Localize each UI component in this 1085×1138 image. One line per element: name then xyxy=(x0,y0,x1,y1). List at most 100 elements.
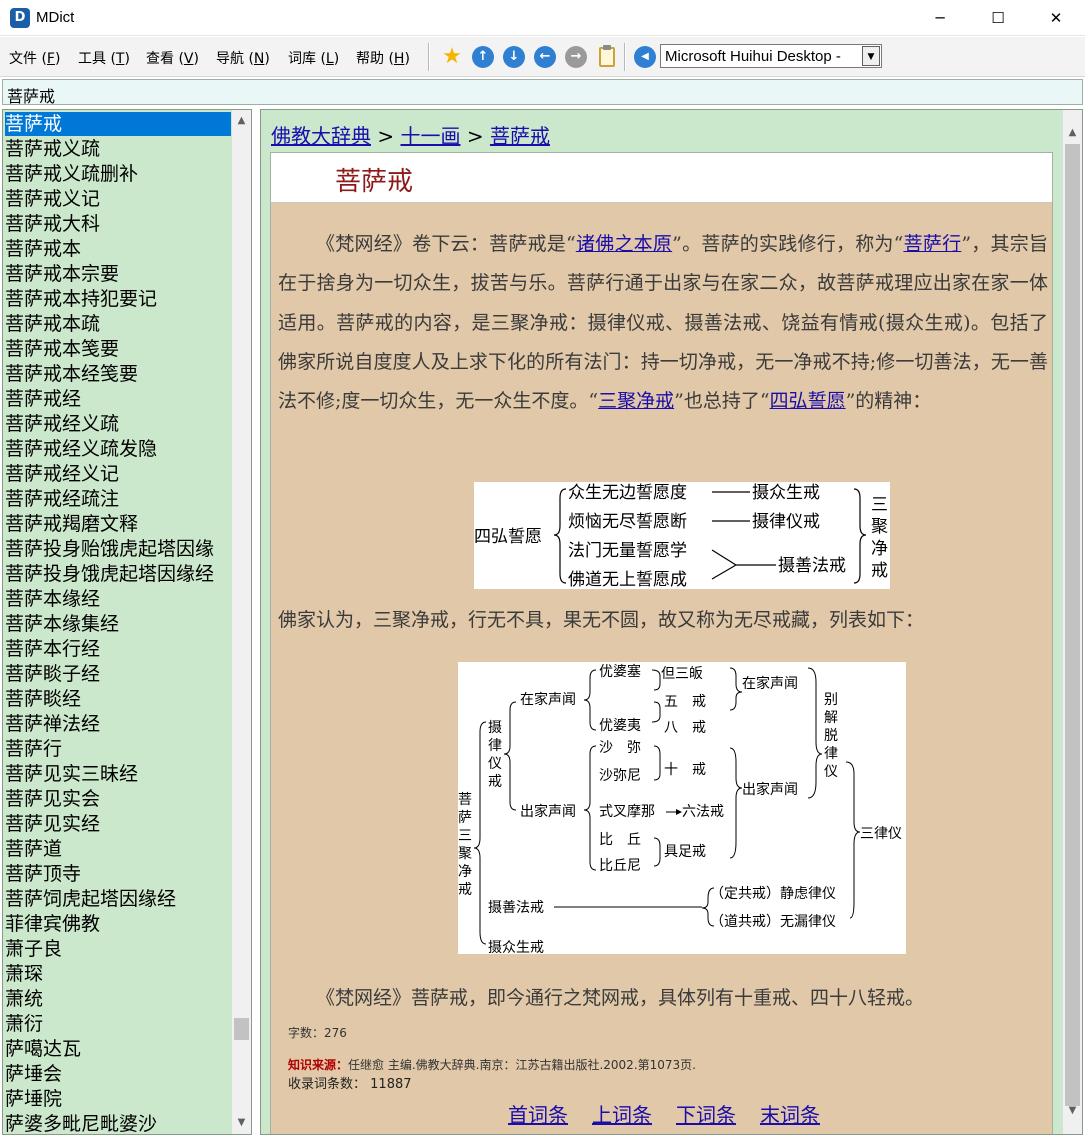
scrollbar-thumb[interactable] xyxy=(234,1018,249,1040)
word-list-item-selected[interactable]: 菩萨戒 xyxy=(5,112,231,136)
word-list-item[interactable]: 菩萨戒经疏注 xyxy=(5,487,231,511)
forward-arrow-icon[interactable]: → xyxy=(564,45,588,69)
scroll-down-icon[interactable]: ▼ xyxy=(1063,1102,1082,1120)
breadcrumb-section-link[interactable]: 十一画 xyxy=(400,124,460,148)
fig2-bieje-5: 仪 xyxy=(824,764,838,780)
word-list-item[interactable]: 菩萨睒经 xyxy=(5,687,231,711)
window-title: MDict xyxy=(36,9,75,26)
word-list-item[interactable]: 菩萨戒本疏 xyxy=(5,312,231,336)
fig1-left-label: 四弘誓愿 xyxy=(474,527,542,547)
word-list-item[interactable]: 萨噶达瓦 xyxy=(5,1037,231,1061)
fig1-right-3: 净 xyxy=(871,539,888,559)
fig2-biqiu: 比 丘 xyxy=(599,832,641,848)
word-list-item[interactable]: 菩萨戒本 xyxy=(5,237,231,261)
menu-tools[interactable]: 工具 (T) xyxy=(78,48,130,68)
word-list-item[interactable]: 菩萨见实会 xyxy=(5,787,231,811)
word-list-item[interactable]: 菩萨饲虎起塔因缘经 xyxy=(5,887,231,911)
scroll-up-icon[interactable]: ▲ xyxy=(232,112,251,130)
link-zhufo-benyuan[interactable]: 诸佛之本原 xyxy=(576,233,672,255)
word-list-item[interactable]: 菩萨顶寺 xyxy=(5,862,231,886)
next-entry-link[interactable]: 下词条 xyxy=(676,1099,736,1128)
word-list-item[interactable]: 萧琛 xyxy=(5,962,231,986)
four-vows-diagram: 四弘誓愿 众生无边誓愿度 烦恼无尽誓愿断 法门无量誓愿学 佛道无上誓愿成 摄众生… xyxy=(474,482,890,590)
maximize-button[interactable]: ☐ xyxy=(969,0,1027,36)
fig1-vow-4: 佛道无上誓愿成 xyxy=(568,570,687,589)
word-list-item[interactable]: 萧衍 xyxy=(5,1012,231,1036)
word-list-item[interactable]: 菩萨戒经义疏 xyxy=(5,412,231,436)
menu-view[interactable]: 查看 (V) xyxy=(146,48,199,68)
scroll-down-icon[interactable]: ▼ xyxy=(232,1114,251,1132)
menu-toolbar: 文件 (F) 工具 (T) 查看 (V) 导航 (N) 词库 (L) 帮助 (H… xyxy=(0,37,1085,77)
fig2-bieje-1: 别 xyxy=(824,692,838,708)
back-arrow-icon[interactable]: ← xyxy=(533,45,557,69)
word-list: 菩萨戒 菩萨戒义疏 菩萨戒义疏删补 菩萨戒义记 菩萨戒大科 菩萨戒本 菩萨戒本宗要 菩萨戒本持… xyxy=(2,109,252,1135)
link-sanju-jingjie[interactable]: 三聚净戒 xyxy=(598,390,674,412)
word-list-item[interactable]: 菩萨道 xyxy=(5,837,231,861)
first-entry-link[interactable]: 首词条 xyxy=(508,1099,568,1128)
fig1-precept-1: 摄众生戒 xyxy=(752,483,820,503)
word-list-item[interactable]: 菩萨戒羯磨文释 xyxy=(5,512,231,536)
word-list-item[interactable]: 菩萨本行经 xyxy=(5,637,231,661)
word-list-item[interactable]: 菩萨戒经义记 xyxy=(5,462,231,486)
fig2-liufa: 六法戒 xyxy=(682,804,724,820)
menu-help[interactable]: 帮助 (H) xyxy=(356,48,410,68)
fig2-shami: 沙 弥 xyxy=(599,739,641,756)
breadcrumb: 佛教大辞典 > 十一画 > 菩萨戒 xyxy=(271,124,550,148)
menu-file[interactable]: 文件 (F) xyxy=(9,48,60,68)
link-pusa-xing[interactable]: 菩萨行 xyxy=(903,233,961,255)
word-list-item[interactable]: 萧子良 xyxy=(5,937,231,961)
word-list-item[interactable]: 萧统 xyxy=(5,987,231,1011)
word-list-item[interactable]: 菲律宾佛教 xyxy=(5,912,231,936)
breadcrumb-root-link[interactable]: 佛教大辞典 xyxy=(271,124,371,148)
word-list-item[interactable]: 萨埵院 xyxy=(5,1087,231,1111)
word-list-scrollbar[interactable]: ▲ ▼ xyxy=(232,110,251,1134)
word-list-item[interactable]: 菩萨戒义记 xyxy=(5,187,231,211)
scrollbar-thumb[interactable] xyxy=(1065,144,1080,1106)
last-entry-link[interactable]: 末词条 xyxy=(760,1099,820,1128)
word-list-item[interactable]: 萨婆多毗尼毗婆沙 xyxy=(5,1112,231,1134)
fig2-root-1: 菩 xyxy=(458,792,472,808)
word-list-item[interactable]: 菩萨戒经 xyxy=(5,387,231,411)
word-list-item[interactable]: 菩萨戒本宗要 xyxy=(5,262,231,286)
link-sihong-shiyuan[interactable]: 四弘誓愿 xyxy=(770,390,846,412)
speaker-icon[interactable]: ◀ xyxy=(633,45,657,69)
word-list-item[interactable]: 菩萨投身贻饿虎起塔因缘 xyxy=(5,537,231,561)
menu-dictionary[interactable]: 词库 (L) xyxy=(288,48,339,68)
search-input[interactable]: 菩萨戒 xyxy=(2,79,1083,106)
word-list-item[interactable]: 菩萨戒经义疏发隐 xyxy=(5,437,231,461)
word-list-item[interactable]: 菩萨见实经 xyxy=(5,812,231,836)
word-list-item[interactable]: 菩萨禅法经 xyxy=(5,712,231,736)
content-scrollbar[interactable]: ▲ ▼ xyxy=(1063,110,1082,1134)
prev-entry-link[interactable]: 上词条 xyxy=(592,1099,652,1128)
scroll-up-icon[interactable]: ▲ xyxy=(1063,124,1082,142)
word-list-item[interactable]: 菩萨投身饿虎起塔因缘经 xyxy=(5,562,231,586)
three-precepts-diagram: 菩 萨 三 聚 净 戒 摄 律 仪 戒 在家声闻 出家声闻 优婆塞 优婆夷 但三… xyxy=(458,662,906,956)
word-list-item[interactable]: 菩萨戒本笺要 xyxy=(5,337,231,361)
clipboard-icon[interactable] xyxy=(595,45,619,69)
fig2-juzu: 具足戒 xyxy=(664,844,706,860)
word-list-item[interactable]: 菩萨戒大科 xyxy=(5,212,231,236)
word-list-item[interactable]: 菩萨戒义疏删补 xyxy=(5,162,231,186)
dictionary-select[interactable]: Microsoft Huihui Desktop - ▼ xyxy=(660,44,882,68)
word-list-item[interactable]: 萨埵会 xyxy=(5,1062,231,1086)
content-pane: 佛教大辞典 > 十一画 > 菩萨戒 菩萨戒 《梵网经》卷下云：菩萨戒是“诸佛之本… xyxy=(260,109,1083,1135)
word-list-item[interactable]: 菩萨戒本持犯要记 xyxy=(5,287,231,311)
chevron-down-icon[interactable]: ▼ xyxy=(862,46,880,66)
fig2-wujie: 五 戒 xyxy=(664,694,706,710)
word-list-item[interactable]: 菩萨本缘经 xyxy=(5,587,231,611)
breadcrumb-current-link[interactable]: 菩萨戒 xyxy=(490,124,550,148)
word-list-item[interactable]: 菩萨戒本经笺要 xyxy=(5,362,231,386)
favorite-star-icon[interactable]: ★ xyxy=(440,45,464,69)
arrow-up-icon[interactable]: ↑ xyxy=(471,45,495,69)
fig2-bieje-3: 脱 xyxy=(824,728,838,744)
arrow-down-icon[interactable]: ↓ xyxy=(502,45,526,69)
fig2-youpoyi: 优婆夷 xyxy=(599,718,641,734)
minimize-button[interactable]: ─ xyxy=(911,0,969,36)
word-list-item[interactable]: 菩萨戒义疏 xyxy=(5,137,231,161)
word-list-item[interactable]: 菩萨见实三昧经 xyxy=(5,762,231,786)
menu-navigate[interactable]: 导航 (N) xyxy=(216,48,270,68)
word-list-item[interactable]: 菩萨行 xyxy=(5,737,231,761)
close-button[interactable]: ✕ xyxy=(1027,0,1085,36)
word-list-item[interactable]: 菩萨睒子经 xyxy=(5,662,231,686)
word-list-item[interactable]: 菩萨本缘集经 xyxy=(5,612,231,636)
